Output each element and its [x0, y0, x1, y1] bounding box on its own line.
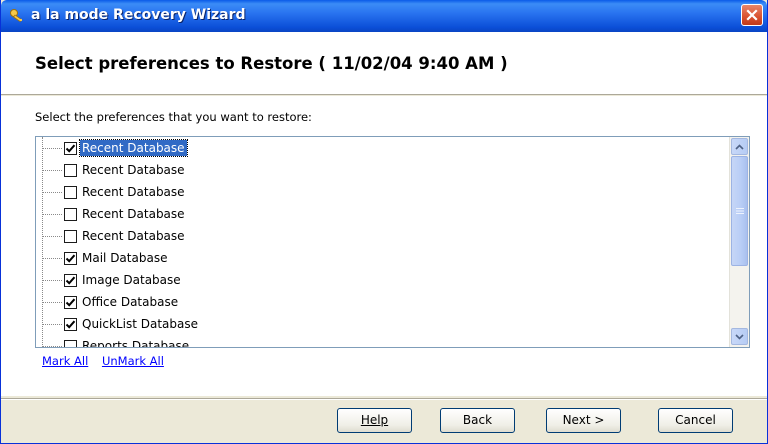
item-checkbox[interactable]: [64, 141, 77, 155]
tree-connector: [42, 279, 62, 281]
list-item[interactable]: Image Database: [42, 269, 183, 291]
chevron-down-icon: [735, 333, 744, 340]
help-button-label: Help: [360, 413, 389, 427]
item-checkbox[interactable]: [64, 273, 77, 287]
item-checkbox[interactable]: [64, 185, 77, 199]
item-checkbox[interactable]: [64, 163, 77, 177]
vertical-scrollbar[interactable]: [729, 137, 749, 347]
cancel-button[interactable]: Cancel: [658, 408, 733, 433]
checkmark-icon: [65, 298, 76, 307]
next-button-label: Next >: [562, 413, 605, 427]
header-panel: Select preferences to Restore ( 11/02/04…: [1, 32, 767, 95]
tree-connector: [42, 235, 62, 237]
preferences-list-viewport: Recent Database Recent Database Recent Dat…: [36, 137, 726, 347]
checkmark-icon: [65, 276, 76, 285]
item-label: Recent Database: [79, 139, 188, 157]
list-item[interactable]: Recent Database: [42, 137, 188, 159]
next-button[interactable]: Next >: [546, 408, 621, 433]
footer-divider: [1, 398, 767, 400]
recovery-wizard-window: a la mode Recovery Wizard Select prefere…: [0, 0, 768, 444]
item-checkbox[interactable]: [64, 229, 77, 243]
item-label: QuickList Database: [82, 317, 198, 331]
wizard-key-icon: [10, 9, 23, 23]
item-label: Office Database: [82, 295, 179, 309]
tree-connector: [42, 147, 62, 149]
preferences-list[interactable]: Recent Database Recent Database Recent Dat…: [35, 136, 750, 348]
instruction-text: Select the preferences that you want to …: [35, 110, 312, 124]
back-button[interactable]: Back: [440, 408, 515, 433]
content-panel: Select the preferences that you want to …: [1, 96, 767, 396]
close-button[interactable]: [741, 4, 763, 26]
mark-all-link[interactable]: Mark All: [42, 354, 88, 368]
list-item[interactable]: Office Database: [42, 291, 180, 313]
list-item[interactable]: Mail Database: [42, 247, 169, 269]
item-label: Recent Database: [82, 185, 185, 199]
item-checkbox[interactable]: [64, 207, 77, 221]
page-title: Select preferences to Restore ( 11/02/04…: [35, 54, 508, 73]
list-item[interactable]: QuickList Database: [42, 313, 200, 335]
tree-connector: [42, 169, 62, 171]
item-checkbox[interactable]: [64, 295, 77, 309]
list-item[interactable]: Recent Database: [42, 159, 187, 181]
item-label: Recent Database: [82, 163, 185, 177]
scroll-thumb[interactable]: [731, 156, 748, 266]
title-bar[interactable]: a la mode Recovery Wizard: [1, 0, 767, 32]
mark-links: Mark All UnMark All: [42, 354, 174, 368]
close-icon: [746, 9, 758, 21]
tree-connector: [42, 323, 62, 325]
item-checkbox[interactable]: [64, 339, 77, 347]
checkmark-icon: [65, 144, 76, 153]
item-label: Reports Database: [82, 339, 190, 347]
cancel-button-label: Cancel: [675, 413, 716, 427]
back-button-label: Back: [462, 413, 493, 427]
window-title: a la mode Recovery Wizard: [31, 7, 246, 23]
grip-icon: [735, 208, 744, 214]
scroll-up-button[interactable]: [731, 138, 748, 155]
list-item[interactable]: Recent Database: [42, 203, 187, 225]
list-item[interactable]: Recent Database: [42, 225, 187, 247]
item-label: Mail Database: [82, 251, 168, 265]
item-label: Recent Database: [82, 229, 185, 243]
list-item[interactable]: Recent Database: [42, 181, 187, 203]
list-item[interactable]: Reports Database: [42, 335, 191, 347]
item-label: Recent Database: [82, 207, 185, 221]
chevron-up-icon: [735, 143, 744, 150]
tree-connector: [42, 257, 62, 259]
tree-connector: [42, 191, 62, 193]
item-checkbox[interactable]: [64, 251, 77, 265]
unmark-all-link[interactable]: UnMark All: [102, 354, 164, 368]
checkmark-icon: [65, 254, 76, 263]
tree-connector: [42, 213, 62, 215]
item-label: Image Database: [82, 273, 181, 287]
scroll-down-button[interactable]: [731, 328, 748, 345]
checkmark-icon: [65, 320, 76, 329]
tree-connector: [42, 345, 62, 347]
help-button[interactable]: Help: [337, 408, 412, 433]
tree-connector: [42, 301, 62, 303]
item-checkbox[interactable]: [64, 317, 77, 331]
